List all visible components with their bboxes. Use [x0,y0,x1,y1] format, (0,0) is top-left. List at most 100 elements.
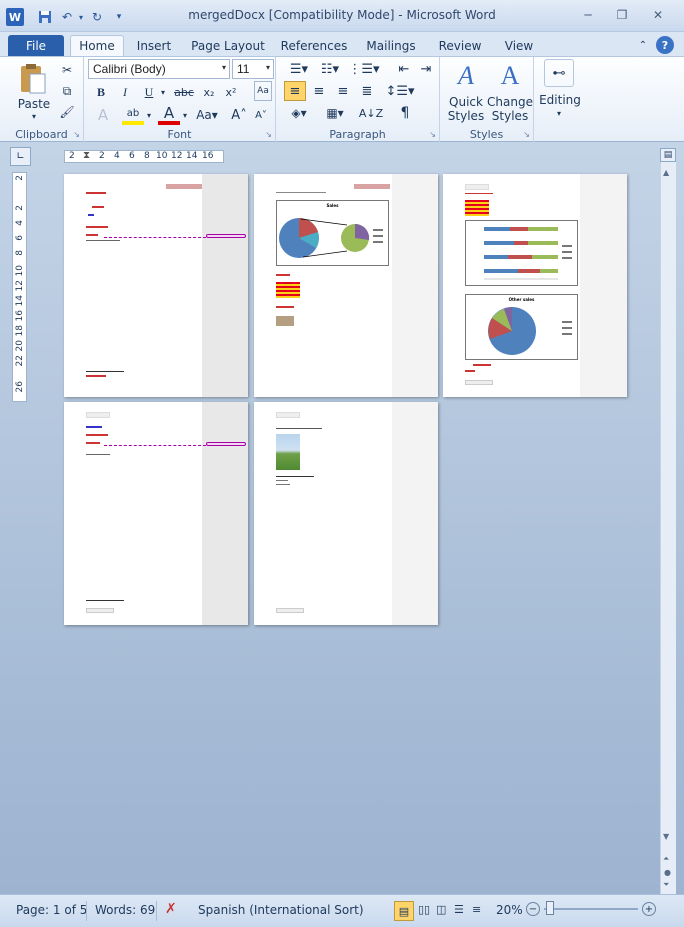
tab-insert[interactable]: Insert [132,35,176,56]
paste-button[interactable]: Paste [14,97,54,111]
sort-icon[interactable]: A↓Z [359,103,383,123]
minimize-ribbon-icon[interactable]: ⌃ [636,35,650,56]
scroll-up-icon[interactable]: ▲ [663,168,669,177]
page-counter[interactable]: Page: 1 of 5 [16,903,87,917]
line-spacing-icon[interactable]: ↕☰▾ [385,81,414,101]
print-layout-icon[interactable]: ▤ [394,901,414,921]
comment-balloon[interactable] [206,442,246,446]
shading-icon[interactable]: ◈▾ [284,103,314,123]
font-size-box[interactable]: 11 ▾ [232,59,274,79]
bullets-icon[interactable]: ☰▾ [286,59,312,79]
change-styles-label-2[interactable]: Styles [488,109,532,123]
paragraph-launcher-icon[interactable]: ↘ [429,130,436,139]
zoom-out-icon[interactable]: − [526,902,540,916]
page-thumbnail[interactable] [254,402,438,625]
help-icon[interactable]: ? [656,36,674,54]
text-effects-icon[interactable]: A [92,105,114,125]
next-page-icon[interactable]: ⏷ [663,880,669,890]
clear-formatting-icon[interactable]: Aa [254,81,272,101]
quick-styles-label-2[interactable]: Styles [444,109,488,123]
word-count[interactable]: Words: 69 [95,903,155,917]
show-formatting-icon[interactable]: ¶ [394,103,416,123]
format-painter-icon[interactable]: 🖌 [58,103,76,121]
page-thumbnail[interactable] [64,174,248,397]
grow-font-icon[interactable]: A˄ [230,105,248,125]
tab-file[interactable]: File [8,35,64,56]
shrink-font-icon[interactable]: A˅ [252,105,270,125]
copy-icon[interactable]: ⧉ [58,82,76,100]
zoom-slider-thumb[interactable] [546,901,554,915]
align-center-icon[interactable]: ≡ [308,81,330,101]
underline-icon[interactable]: U [140,83,158,101]
multilevel-list-icon[interactable]: ⋮☰▾ [348,59,380,79]
highlight-icon[interactable]: ab [122,105,144,125]
close-icon[interactable]: ✕ [644,6,672,24]
increase-indent-icon[interactable]: ⇥ [416,59,436,79]
align-right-icon[interactable]: ≡ [332,81,354,101]
page-thumbnail[interactable]: Sales [254,174,438,397]
bold-icon[interactable]: B [92,83,110,101]
change-case-icon[interactable]: Aa▾ [194,105,220,125]
highlight-dropdown-icon[interactable]: ▾ [144,105,154,125]
tab-home[interactable]: Home [70,35,124,56]
tab-page-layout[interactable]: Page Layout [190,35,266,56]
vertical-scrollbar[interactable]: ▤ ▲ ▼ ⏶ ● ⏷ [660,148,676,894]
change-styles-label-1[interactable]: Change [487,95,533,109]
tab-references[interactable]: References [280,35,348,56]
font-color-dropdown-icon[interactable]: ▾ [180,105,190,125]
font-size-dropdown-icon[interactable]: ▾ [266,63,270,72]
horizontal-ruler[interactable]: 2 ⧗ 2 4 6 8 10 12 14 16 [64,150,224,163]
document-workspace[interactable]: ∟ 2 ⧗ 2 4 6 8 10 12 14 16 2 2 4 6 8 10 1… [0,142,684,894]
align-left-icon[interactable]: ≡ [284,81,306,101]
italic-icon[interactable]: I [116,83,134,101]
full-screen-reading-icon[interactable]: ▯▯ [418,903,430,916]
restore-icon[interactable]: ❐ [608,6,636,24]
subscript-icon[interactable]: x₂ [200,83,218,101]
font-name-dropdown-icon[interactable]: ▾ [222,63,226,72]
web-layout-icon[interactable]: ◫ [436,903,446,916]
font-name-box[interactable]: Calibri (Body) ▾ [88,59,230,79]
cut-icon[interactable]: ✂ [58,61,76,79]
quick-styles-label-1[interactable]: Quick [446,95,486,109]
bar-chart-frame[interactable] [465,220,578,286]
page-thumbnail[interactable] [64,402,248,625]
view-ruler-icon[interactable]: ▤ [660,148,676,162]
tab-review[interactable]: Review [436,35,484,56]
tab-mailings[interactable]: Mailings [362,35,420,56]
comment-balloon[interactable] [206,234,246,238]
tab-selector-icon[interactable]: ∟ [10,147,31,166]
indent-marker-icon[interactable]: ⧗ [83,150,90,161]
draft-icon[interactable]: ≡ [472,903,481,916]
proofing-icon[interactable]: ✗ [165,901,177,917]
page-thumbnail[interactable]: Other sales [443,174,627,397]
justify-icon[interactable]: ≣ [356,81,378,101]
numbering-icon[interactable]: ☷▾ [316,59,344,79]
binoculars-icon[interactable]: ⊷ [544,59,574,87]
chart-frame[interactable]: Sales [276,200,389,266]
change-styles-icon[interactable]: A [494,59,526,93]
editing-dropdown-icon[interactable]: ▾ [554,107,564,119]
previous-page-icon[interactable]: ⏶ [663,854,669,864]
font-launcher-icon[interactable]: ↘ [265,130,272,139]
language-indicator[interactable]: Spanish (International Sort) [198,903,364,917]
quick-styles-icon[interactable]: A [450,59,482,93]
font-color-icon[interactable]: A [158,104,180,125]
minimize-icon[interactable]: ─ [574,6,602,24]
underline-dropdown-icon[interactable]: ▾ [158,83,168,101]
editing-button[interactable]: Editing [536,93,584,107]
clipboard-launcher-icon[interactable]: ↘ [73,130,80,139]
scroll-down-icon[interactable]: ▼ [663,832,669,841]
paste-dropdown-icon[interactable]: ▾ [28,111,40,121]
select-browse-object-icon[interactable]: ● [664,868,671,877]
flag-image[interactable] [276,282,300,298]
flag-image[interactable] [465,200,489,216]
zoom-in-icon[interactable]: + [642,902,656,916]
outline-icon[interactable]: ☰ [454,903,464,916]
zoom-slider-track[interactable] [544,908,638,910]
photo-image[interactable] [276,316,294,326]
pie-chart-frame[interactable]: Other sales [465,294,578,360]
tab-view[interactable]: View [500,35,538,56]
strikethrough-icon[interactable]: abc [172,83,196,101]
decrease-indent-icon[interactable]: ⇤ [394,59,414,79]
borders-icon[interactable]: ▦▾ [320,103,350,123]
